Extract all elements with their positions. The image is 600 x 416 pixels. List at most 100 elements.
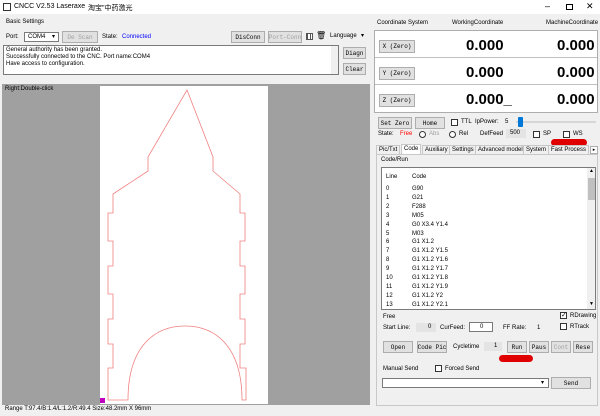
canvas-status: Range T:97.4/B:1.4/L:1.2/R:49.4 Size:48.…	[5, 406, 152, 412]
tab-auxiliary[interactable]: Auxiliary	[422, 145, 451, 154]
table-row[interactable]: 4 G0 X3.4 Y1.4	[382, 222, 582, 230]
port-select[interactable]: COM4 ▾	[24, 32, 59, 42]
table-row[interactable]: 1 G21	[382, 195, 582, 203]
pause-button[interactable]: Paus	[529, 341, 549, 353]
table-row[interactable]: 13 G1 X1.2 Y2.1	[382, 302, 582, 309]
coordinate-panel: X (Zero) 0.000 0.000 Y (Zero) 0.000 0.00…	[374, 30, 598, 113]
log-scrollbar[interactable]	[331, 46, 338, 74]
tab-pic-txt[interactable]: Pic/Txt	[376, 145, 401, 154]
z-zero-button[interactable]: Z (Zero)	[379, 94, 415, 107]
rtrack-checkbox[interactable]	[560, 323, 567, 330]
run-status: Free	[383, 314, 396, 320]
language-select[interactable]: Language ▾	[328, 32, 368, 42]
rdrawing-check-icon: ✓	[561, 312, 567, 319]
gcode-text: M05	[412, 212, 424, 219]
line-number: 7	[386, 248, 390, 255]
run-button[interactable]: Run	[507, 341, 527, 353]
working-coordinate-label: WorkingCoordinate	[452, 20, 504, 26]
log-line: Successfully connected to the CNC. Port …	[6, 54, 151, 60]
code-grid[interactable]: Line Code 0 G90 1 G21 2 F288 3 M05 4 G0 X3.4 Y1.4…	[381, 167, 596, 310]
port-conn-button[interactable]: Port-Conn	[268, 31, 302, 43]
de-scan-button[interactable]: De Scan	[62, 31, 98, 43]
abs-radio[interactable]	[419, 131, 426, 138]
ip-power-slider[interactable]	[516, 117, 596, 127]
cycletime-input[interactable]: 1	[484, 342, 502, 351]
table-row[interactable]: 5 M03	[382, 231, 582, 239]
port-value: COM4	[28, 34, 46, 40]
table-row[interactable]: 7 G1 X1.2 Y1.5	[382, 248, 582, 256]
x-working-value: 0.000	[466, 37, 504, 54]
scroll-down-icon[interactable]: ▼	[589, 301, 594, 307]
x-zero-button[interactable]: X (Zero)	[379, 40, 415, 53]
scroll-up-icon[interactable]: ▲	[589, 168, 594, 174]
line-number: 5	[386, 230, 390, 237]
table-row[interactable]: 3 M05	[382, 213, 582, 221]
tab-code[interactable]: Code	[401, 144, 422, 154]
home-button[interactable]: Home	[415, 117, 445, 129]
grid-scrollbar[interactable]: ▲ ▼	[587, 168, 595, 309]
rel-radio[interactable]	[449, 131, 456, 138]
manual-command-input[interactable]: ▾	[382, 378, 549, 388]
tab-system[interactable]: System	[523, 145, 550, 154]
line-number: 10	[386, 275, 393, 281]
cur-feed-input[interactable]: 0	[469, 322, 493, 332]
scroll-thumb[interactable]	[588, 178, 595, 200]
table-row[interactable]: 9 G1 X1.2 Y1.7	[382, 266, 582, 274]
close-icon[interactable]: ✕	[586, 1, 594, 12]
outline-path	[107, 89, 247, 401]
table-row[interactable]: 6 G1 X1.2	[382, 239, 582, 247]
open-button[interactable]: Open	[383, 341, 413, 353]
connection-state: Connected	[122, 34, 152, 40]
send-button[interactable]: Send	[551, 377, 591, 389]
ws-checkbox[interactable]	[563, 131, 570, 138]
basic-settings-title: Basic Settings	[6, 19, 45, 25]
chevron-down-icon: ▾	[361, 33, 365, 39]
table-row[interactable]: 12 G1 X1.2 Y2	[382, 293, 582, 301]
sp-checkbox[interactable]	[533, 131, 540, 138]
table-row[interactable]: 11 G1 X1.2 Y1.9	[382, 284, 582, 292]
ttl-checkbox[interactable]	[451, 119, 458, 126]
code-tab-page: Code/Run Line Code 0 G90 1 G21 2 F288 3 M05 4 G0 …	[376, 154, 598, 406]
code-pic-button[interactable]: Code Pic	[417, 341, 447, 353]
x-machine-value: 0.000	[557, 37, 595, 54]
ws-label: WS	[573, 131, 583, 137]
slider-thumb[interactable]	[518, 117, 524, 127]
table-row[interactable]: 8 G1 X1.2 Y1.6	[382, 257, 582, 265]
clear-button[interactable]: Clear	[343, 63, 366, 75]
run-state-value: Free	[400, 131, 413, 137]
grid-body: 0 G90 1 G21 2 F288 3 M05 4 G0 X3.4 Y1.4 5 M03 6 G1 X1…	[382, 186, 582, 309]
def-feed-input[interactable]: 500	[506, 129, 526, 138]
tab-advanced-model[interactable]: Advanced model	[475, 145, 526, 154]
chevron-down-icon: ▾	[52, 34, 56, 40]
continue-button[interactable]: Cont	[551, 341, 571, 353]
minimize-icon[interactable]: –	[545, 1, 550, 11]
start-line-value: 0	[428, 324, 432, 330]
maximize-icon[interactable]	[566, 4, 573, 10]
disconnect-button[interactable]: DisConn	[231, 31, 265, 43]
grid-icon[interactable]	[306, 33, 313, 40]
manual-send-title: Manual Send	[383, 366, 419, 372]
set-zero-button[interactable]: Set Zero	[378, 117, 412, 129]
y-zero-button[interactable]: Y (Zero)	[379, 67, 415, 80]
table-row[interactable]: 0 G90	[382, 186, 582, 194]
line-number: 4	[386, 221, 390, 228]
line-number: 8	[386, 257, 390, 264]
tab-fast-process[interactable]: Fast Process	[548, 145, 590, 154]
ff-rate-value: 1	[537, 325, 541, 331]
start-line-input[interactable]: 0	[416, 323, 436, 332]
sp-label: SP	[543, 131, 552, 137]
reset-button[interactable]: Rese	[573, 341, 593, 353]
forced-send-checkbox[interactable]	[435, 365, 442, 372]
table-row[interactable]: 10 G1 X1.2 Y1.8	[382, 275, 582, 283]
log-textbox[interactable]: General authority has been granted. Succ…	[3, 45, 339, 75]
trash-icon[interactable]: 🗑	[316, 31, 326, 40]
diagn-button[interactable]: Diagn	[343, 47, 366, 59]
line-number: 3	[386, 212, 390, 219]
canvas-area[interactable]: Right:Double-click	[2, 84, 370, 405]
annotation-mark	[499, 355, 533, 362]
y-working-value: 0.000	[466, 64, 504, 81]
tab-settings[interactable]: Settings	[449, 145, 477, 154]
tab-scroll-right-icon[interactable]: ▸	[590, 146, 598, 154]
port-label: Port:	[6, 34, 19, 40]
table-row[interactable]: 2 F288	[382, 204, 582, 212]
